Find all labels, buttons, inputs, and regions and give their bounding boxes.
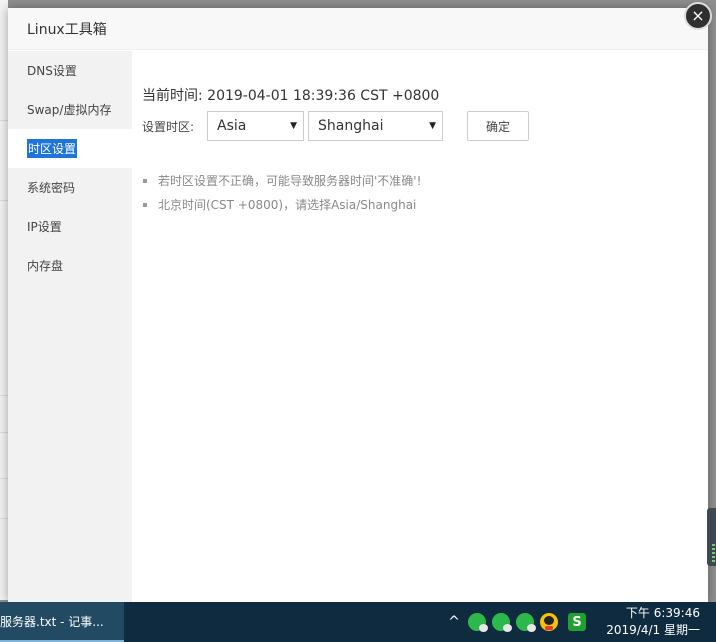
set-timezone-label: 设置时区:: [142, 119, 195, 134]
background-divider: [0, 478, 8, 479]
sidebar-item-password[interactable]: 系统密码: [8, 168, 132, 207]
background-page: [0, 0, 8, 600]
sidebar-item-label: 时区设置: [27, 139, 78, 158]
background-divider: [0, 120, 8, 121]
scrollbar-grip: [712, 560, 715, 562]
clock-date: 2019/4/1 星期一: [606, 623, 700, 637]
confirm-button[interactable]: 确定: [467, 111, 530, 141]
sidebar-item-label: Swap/虚拟内存: [27, 103, 112, 117]
wechat-icon[interactable]: [492, 613, 512, 632]
scrollbar-grip: [712, 544, 715, 546]
sidebar-item-timezone[interactable]: 时区设置: [8, 129, 132, 168]
sidebar-item-label: 内存盘: [27, 259, 64, 273]
dialog-header: Linux工具箱: [8, 8, 708, 50]
wechat-icon[interactable]: [468, 613, 488, 632]
close-icon[interactable]: ×: [684, 2, 712, 30]
region-select-value: Asia: [217, 118, 247, 134]
taskbar: 服务器.txt - 记事... ^ S 下午 6:39:46 2019/4/1 …: [0, 602, 716, 642]
scrollbar-grip: [712, 548, 715, 550]
city-select[interactable]: Shanghai ▼: [308, 111, 444, 141]
sidebar-item-ip[interactable]: IP设置: [8, 207, 132, 246]
chevron-down-icon: ▼: [429, 121, 437, 131]
current-time: 当前时间: 2019-04-01 18:39:36 CST +0800: [142, 88, 440, 104]
region-select[interactable]: Asia ▼: [207, 111, 305, 141]
scrollbar-grip: [712, 552, 715, 554]
system-tray: ^ S: [446, 602, 586, 642]
clock-time: 下午 6:39:46: [625, 606, 700, 620]
timezone-form-row: 设置时区: Asia ▼ Shanghai ▼ 确定: [142, 111, 530, 141]
scrollbar-handle[interactable]: [707, 508, 716, 566]
background-divider: [0, 432, 8, 433]
timezone-notes: 若时区设置不正确，可能导致服务器时间'不准确'! 北京时间(CST +0800)…: [142, 172, 421, 220]
city-select-value: Shanghai: [318, 118, 384, 134]
sidebar-item-ramdisk[interactable]: 内存盘: [8, 246, 132, 285]
linux-toolbox-dialog: Linux工具箱 × DNS设置 Swap/虚拟内存 时区设置 系统密码 IP设…: [8, 2, 712, 602]
note-item: 北京时间(CST +0800)，请选择Asia/Shanghai: [142, 196, 421, 220]
chevron-down-icon: ▼: [290, 121, 298, 131]
sidebar-item-label: IP设置: [27, 220, 62, 234]
note-item: 若时区设置不正确，可能导致服务器时间'不准确'!: [142, 172, 421, 196]
scrollbar-grip: [712, 556, 715, 558]
sidebar-item-label: DNS设置: [27, 64, 77, 78]
sidebar-item-swap[interactable]: Swap/虚拟内存: [8, 90, 132, 129]
background-divider: [0, 395, 8, 396]
taskbar-clock[interactable]: 下午 6:39:46 2019/4/1 星期一: [604, 605, 700, 639]
sidebar-item-dns[interactable]: DNS设置: [8, 51, 132, 90]
s-app-icon[interactable]: S: [568, 613, 586, 631]
background-divider: [0, 518, 8, 519]
wechat-icon[interactable]: [516, 613, 536, 632]
dialog-title: Linux工具箱: [27, 21, 107, 38]
qq-icon[interactable]: [540, 613, 558, 631]
timezone-panel: 当前时间: 2019-04-01 18:39:36 CST +0800 设置时区…: [132, 51, 708, 602]
background-divider: [0, 200, 8, 201]
show-hidden-icons-icon[interactable]: ^: [446, 614, 462, 630]
sidebar-item-label: 系统密码: [27, 181, 76, 195]
taskbar-notepad-item[interactable]: 服务器.txt - 记事...: [0, 602, 124, 642]
sidebar: DNS设置 Swap/虚拟内存 时区设置 系统密码 IP设置 内存盘: [8, 51, 132, 602]
taskbar-item-label: 服务器.txt - 记事...: [0, 614, 104, 629]
